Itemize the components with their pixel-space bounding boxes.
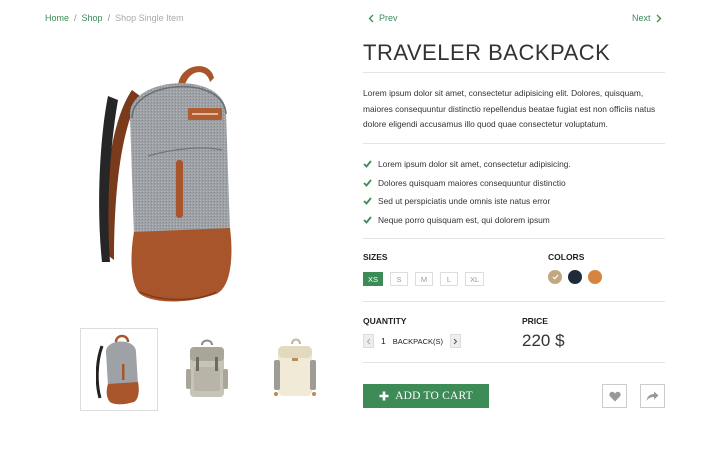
divider bbox=[363, 238, 665, 239]
quantity-value: 1 bbox=[381, 336, 386, 346]
feature-item: Sed ut perspiciatis unde omnis iste natu… bbox=[363, 192, 571, 211]
check-icon bbox=[552, 274, 558, 280]
breadcrumb-current: Shop Single Item bbox=[115, 13, 184, 23]
check-icon bbox=[363, 179, 372, 187]
breadcrumb-separator: / bbox=[107, 13, 111, 23]
size-option-l[interactable]: L bbox=[440, 272, 459, 286]
product-description: Lorem ipsum dolor sit amet, consectetur … bbox=[363, 88, 656, 129]
quantity-increase-button[interactable] bbox=[450, 334, 462, 348]
feature-text: Lorem ipsum dolor sit amet, consectetur … bbox=[378, 159, 571, 170]
plus-icon bbox=[379, 391, 389, 401]
share-button[interactable] bbox=[640, 384, 665, 408]
next-label: Next bbox=[632, 13, 651, 23]
size-option-s[interactable]: S bbox=[390, 272, 409, 286]
thumbnail-3[interactable] bbox=[256, 328, 334, 411]
price-value: 220 $ bbox=[522, 331, 565, 350]
color-swatch-orange[interactable] bbox=[588, 270, 602, 284]
share-icon bbox=[646, 391, 659, 401]
size-option-m[interactable]: M bbox=[415, 272, 434, 286]
chevron-left-icon bbox=[368, 14, 374, 22]
color-swatch-navy[interactable] bbox=[568, 270, 582, 284]
size-option-xs[interactable]: XS bbox=[363, 272, 384, 286]
size-option-xl[interactable]: XL bbox=[465, 272, 485, 286]
add-to-cart-label: ADD TO CART bbox=[395, 390, 473, 402]
check-icon bbox=[363, 160, 372, 169]
feature-text: Sed ut perspiciatis unde omnis iste natu… bbox=[378, 196, 551, 207]
price-label: PRICE bbox=[522, 316, 548, 326]
check-icon bbox=[363, 197, 372, 206]
color-selector bbox=[548, 270, 602, 284]
divider bbox=[363, 72, 665, 73]
chevron-left-icon bbox=[366, 338, 371, 344]
quantity-stepper: 1 BACKPACK(S) bbox=[363, 334, 462, 348]
sizes-label: SIZES bbox=[363, 252, 388, 262]
breadcrumb-separator: / bbox=[74, 13, 77, 23]
divider bbox=[363, 362, 665, 363]
wishlist-button[interactable] bbox=[602, 384, 627, 408]
check-icon bbox=[363, 216, 372, 224]
quantity-unit: BACKPACK(S) bbox=[392, 336, 444, 346]
colors-label: COLORS bbox=[548, 252, 585, 262]
chevron-right-icon bbox=[656, 14, 661, 22]
thumbnail-2[interactable] bbox=[168, 328, 246, 411]
feature-text: Dolores quisquam maiores consequuntur di… bbox=[378, 177, 566, 188]
quantity-label: QUANTITY bbox=[363, 316, 407, 326]
quantity-decrease-button[interactable] bbox=[363, 334, 374, 348]
add-to-cart-button[interactable]: ADD TO CART bbox=[363, 384, 489, 408]
feature-item: Dolores quisquam maiores consequuntur di… bbox=[363, 174, 571, 193]
heart-icon bbox=[608, 391, 621, 401]
divider bbox=[363, 143, 665, 144]
feature-item: Neque porro quisquam est, qui dolorem ip… bbox=[363, 211, 571, 230]
breadcrumb: Home / Shop / Shop Single Item bbox=[45, 13, 184, 23]
chevron-right-icon bbox=[453, 338, 458, 344]
feature-item: Lorem ipsum dolor sit amet, consectetur … bbox=[363, 155, 571, 174]
breadcrumb-shop-link[interactable]: Shop bbox=[82, 13, 103, 23]
size-selector: XS S M L XL bbox=[363, 272, 485, 286]
product-main-image bbox=[92, 56, 252, 308]
thumbnail-gallery bbox=[80, 328, 334, 411]
feature-list: Lorem ipsum dolor sit amet, consectetur … bbox=[363, 155, 571, 229]
thumbnail-1[interactable] bbox=[80, 328, 158, 411]
next-link[interactable]: Next bbox=[632, 13, 662, 23]
prev-label: Prev bbox=[379, 13, 398, 23]
product-title: TRAVELER BACKPACK bbox=[363, 40, 611, 65]
prev-link[interactable]: Prev bbox=[368, 13, 398, 23]
feature-text: Neque porro quisquam est, qui dolorem ip… bbox=[378, 214, 550, 225]
color-swatch-tan[interactable] bbox=[548, 270, 562, 284]
breadcrumb-home-link[interactable]: Home bbox=[45, 13, 69, 23]
divider bbox=[363, 301, 665, 302]
